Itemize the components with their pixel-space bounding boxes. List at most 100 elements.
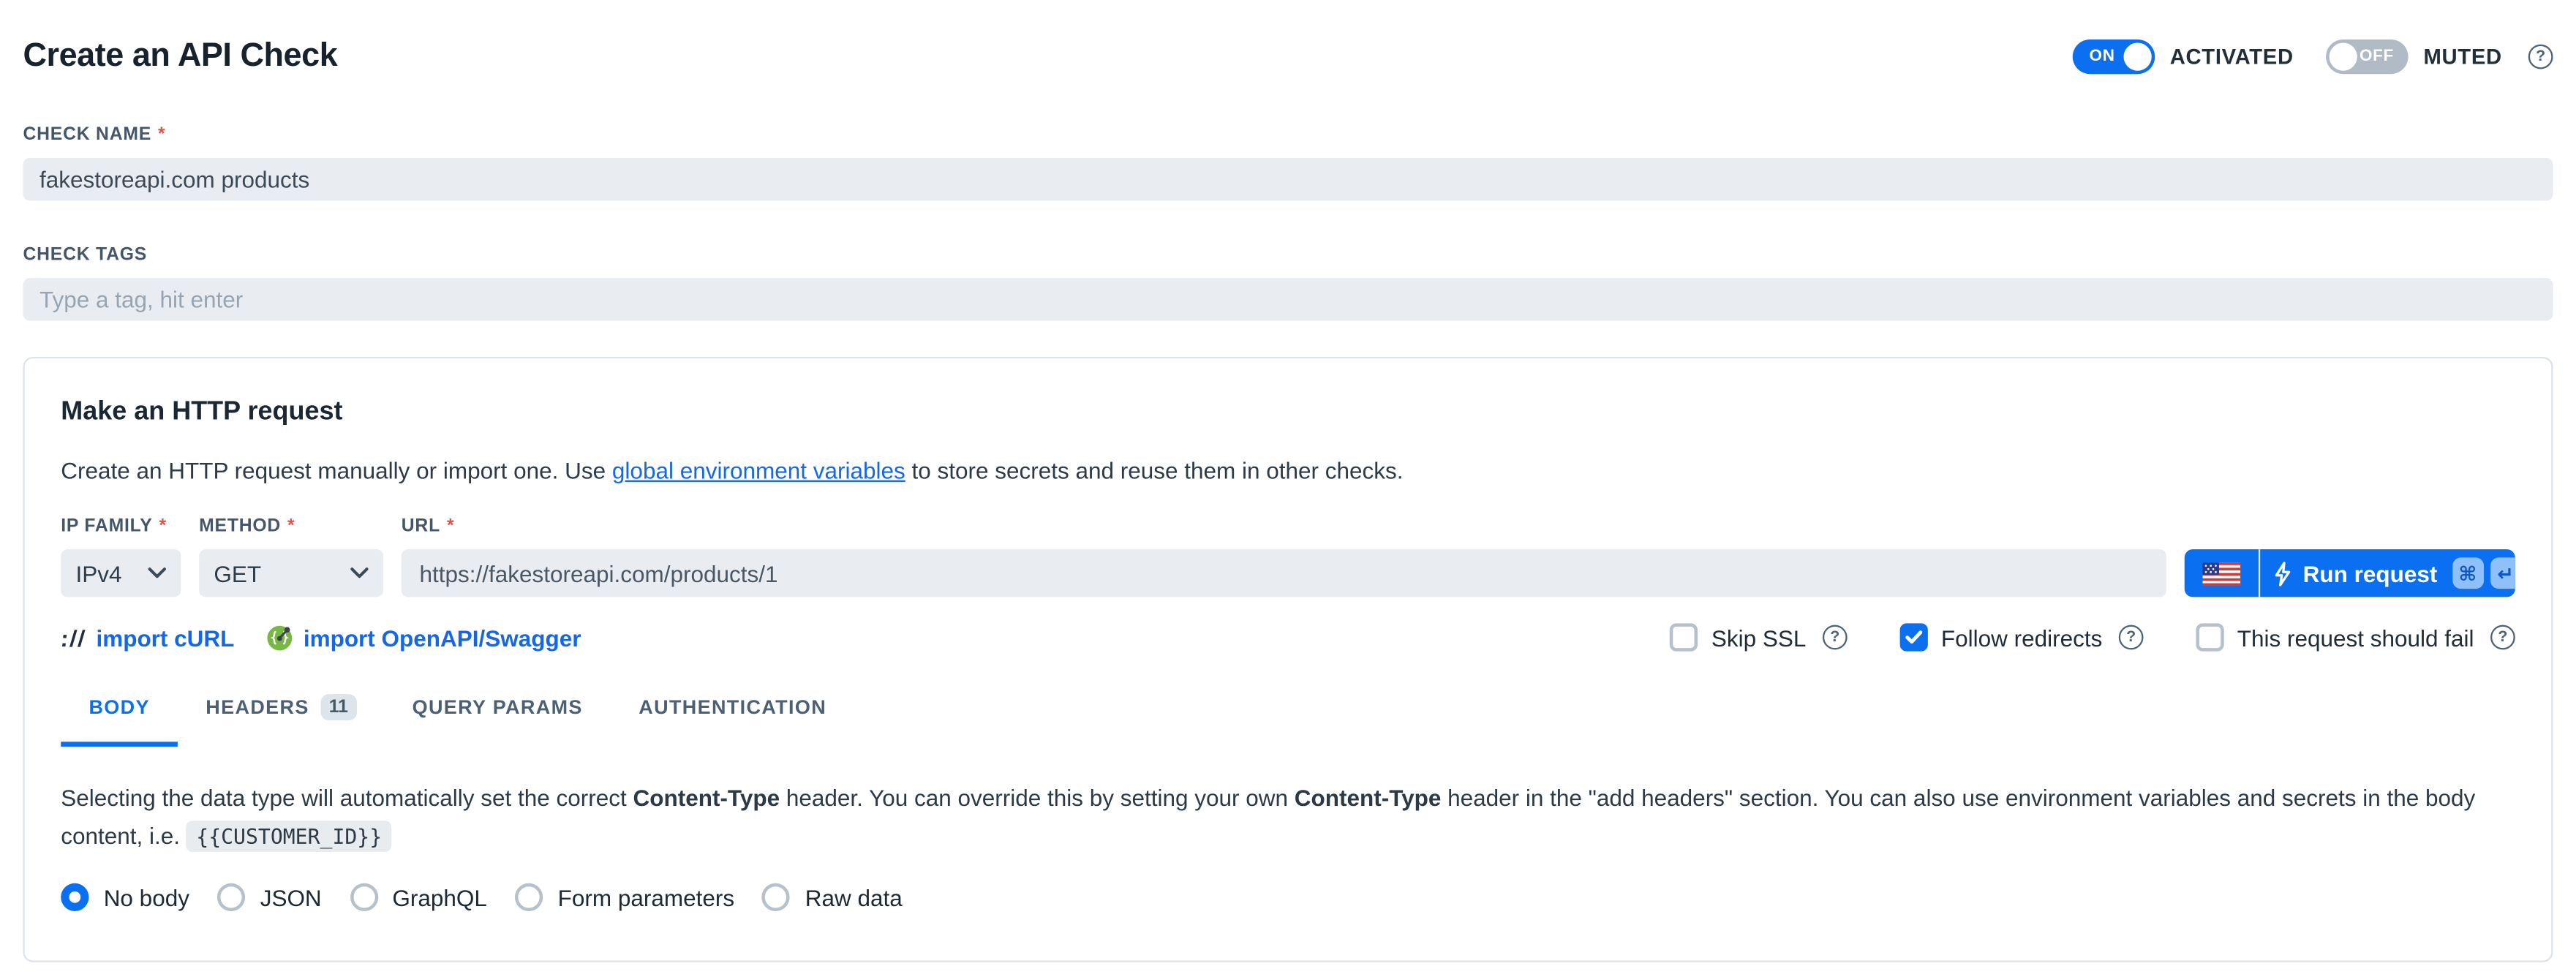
header-controls: ON ACTIVATED OFF MUTED ?: [2073, 39, 2553, 74]
request-should-fail-option: This request should fail ?: [2196, 623, 2515, 651]
skip-ssl-checkbox[interactable]: [1671, 623, 1698, 651]
curl-icon: ://: [59, 625, 88, 651]
run-request-label: Run request: [2303, 560, 2438, 586]
import-openapi-button[interactable]: import OpenAPI/Swagger: [267, 625, 581, 651]
json-radio[interactable]: [217, 883, 245, 911]
body-type-graphql[interactable]: GraphQL: [350, 883, 487, 911]
run-request-area: Run request ⌘ ↵: [2185, 516, 2515, 597]
method-field: METHOD * GET: [199, 516, 383, 597]
ip-family-label-text: IP FAMILY: [61, 516, 152, 536]
ip-family-value: IPv4: [75, 560, 121, 586]
check-name-label-text: CHECK NAME: [23, 125, 151, 145]
tab-headers[interactable]: HEADERS 11: [178, 694, 384, 747]
form-parameters-label: Form parameters: [558, 884, 734, 910]
header-bar: Create an API Check ON ACTIVATED OFF MUT…: [23, 0, 2553, 75]
muted-label: MUTED: [2423, 45, 2501, 69]
import-options-row: :// import cURL import OpenAPI/Swagger: [61, 623, 2515, 651]
app-root: Create an API Check ON ACTIVATED OFF MUT…: [0, 0, 2576, 977]
tab-body[interactable]: BODY: [61, 694, 178, 747]
check-tags-input[interactable]: [23, 278, 2553, 320]
help-text-segment: Selecting the data type will automatical…: [61, 785, 633, 811]
import-openapi-label: import OpenAPI/Swagger: [304, 625, 581, 651]
request-should-fail-checkbox[interactable]: [2196, 623, 2224, 651]
card-description: Create an HTTP request manually or impor…: [61, 457, 2515, 483]
check-tags-label-text: CHECK TAGS: [23, 245, 147, 265]
tab-authentication-label: AUTHENTICATION: [639, 695, 826, 718]
follow-redirects-label: Follow redirects: [1941, 625, 2102, 651]
check-name-label: CHECK NAME *: [23, 125, 2553, 145]
muted-toggle[interactable]: OFF: [2327, 39, 2409, 74]
form-parameters-radio[interactable]: [515, 883, 543, 911]
follow-redirects-option: Follow redirects ?: [1900, 623, 2144, 651]
required-asterisk: *: [287, 516, 295, 536]
tab-authentication[interactable]: AUTHENTICATION: [611, 694, 854, 747]
activated-toggle-state: ON: [2090, 39, 2115, 74]
required-asterisk: *: [158, 125, 165, 145]
description-text: to store secrets and reuse them in other…: [905, 457, 1404, 483]
body-type-form-parameters[interactable]: Form parameters: [515, 883, 734, 911]
check-tags-label: CHECK TAGS: [23, 245, 2553, 265]
import-curl-label: import cURL: [96, 625, 234, 651]
run-main-segment: Run request ⌘ ↵: [2260, 549, 2515, 597]
url-field: URL *: [402, 516, 2166, 597]
command-key-icon: ⌘: [2452, 557, 2484, 589]
global-env-variables-link[interactable]: global environment variables: [612, 457, 905, 483]
ip-family-label: IP FAMILY *: [61, 516, 181, 536]
run-location-segment[interactable]: [2185, 549, 2260, 597]
help-text-segment: header. You can override this by setting…: [780, 785, 1295, 811]
help-icon[interactable]: ?: [2119, 625, 2144, 650]
check-icon: [1905, 630, 1923, 644]
create-api-check-page: Create an API Check ON ACTIVATED OFF MUT…: [0, 0, 2576, 962]
lightning-bolt-icon: [2273, 560, 2291, 586]
content-type-bold: Content-Type: [1295, 785, 1442, 811]
chevron-down-icon: [148, 567, 166, 579]
ip-family-select[interactable]: IPv4: [61, 549, 181, 597]
chevron-down-icon: [350, 567, 369, 579]
toggle-knob: [2124, 42, 2152, 70]
request-should-fail-label: This request should fail: [2237, 625, 2474, 651]
import-curl-button[interactable]: :// import cURL: [61, 625, 234, 651]
enter-key-icon: ↵: [2490, 557, 2515, 589]
method-value: GET: [214, 560, 261, 586]
description-text: Create an HTTP request manually or impor…: [61, 457, 612, 483]
required-asterisk: *: [159, 516, 167, 536]
raw-data-radio[interactable]: [762, 883, 790, 911]
url-label: URL *: [402, 516, 2166, 536]
body-type-no-body[interactable]: No body: [61, 883, 189, 911]
raw-data-label: Raw data: [805, 884, 903, 910]
no-body-radio[interactable]: [61, 883, 88, 911]
tab-query-params[interactable]: QUERY PARAMS: [384, 694, 611, 747]
activated-label: ACTIVATED: [2170, 45, 2294, 69]
body-type-raw-data[interactable]: Raw data: [762, 883, 903, 911]
check-name-input[interactable]: [23, 158, 2553, 200]
help-icon[interactable]: ?: [2528, 45, 2553, 69]
tab-query-params-label: QUERY PARAMS: [413, 695, 583, 718]
url-input[interactable]: [402, 549, 2166, 597]
help-icon[interactable]: ?: [2490, 625, 2515, 650]
run-request-button[interactable]: Run request ⌘ ↵: [2185, 549, 2515, 597]
help-icon[interactable]: ?: [1823, 625, 1848, 650]
card-title: Make an HTTP request: [61, 398, 2515, 427]
activated-toggle[interactable]: ON: [2073, 39, 2155, 74]
body-type-options: No body JSON GraphQL Form parameters Raw…: [61, 883, 2515, 911]
body-help-text: Selecting the data type will automatical…: [61, 780, 2515, 856]
no-body-label: No body: [104, 884, 189, 910]
headers-count-badge: 11: [320, 694, 356, 720]
graphql-label: GraphQL: [392, 884, 487, 910]
body-type-json[interactable]: JSON: [217, 883, 321, 911]
method-label-text: METHOD: [199, 516, 281, 536]
required-asterisk: *: [447, 516, 454, 536]
follow-redirects-checkbox[interactable]: [1900, 623, 1928, 651]
method-select[interactable]: GET: [199, 549, 383, 597]
json-label: JSON: [260, 884, 322, 910]
tab-body-label: BODY: [88, 695, 149, 718]
swagger-icon: [267, 625, 293, 651]
graphql-radio[interactable]: [350, 883, 377, 911]
url-label-text: URL: [402, 516, 440, 536]
ip-family-field: IP FAMILY * IPv4: [61, 516, 181, 597]
request-tabs: BODY HEADERS 11 QUERY PARAMS AUTHENTICAT…: [61, 694, 2515, 747]
customer-id-code-chip: {{CUSTOMER_ID}}: [187, 821, 392, 852]
us-flag-icon: [2202, 562, 2240, 584]
toggle-knob: [2330, 42, 2357, 70]
http-request-card: Make an HTTP request Create an HTTP requ…: [23, 357, 2553, 962]
